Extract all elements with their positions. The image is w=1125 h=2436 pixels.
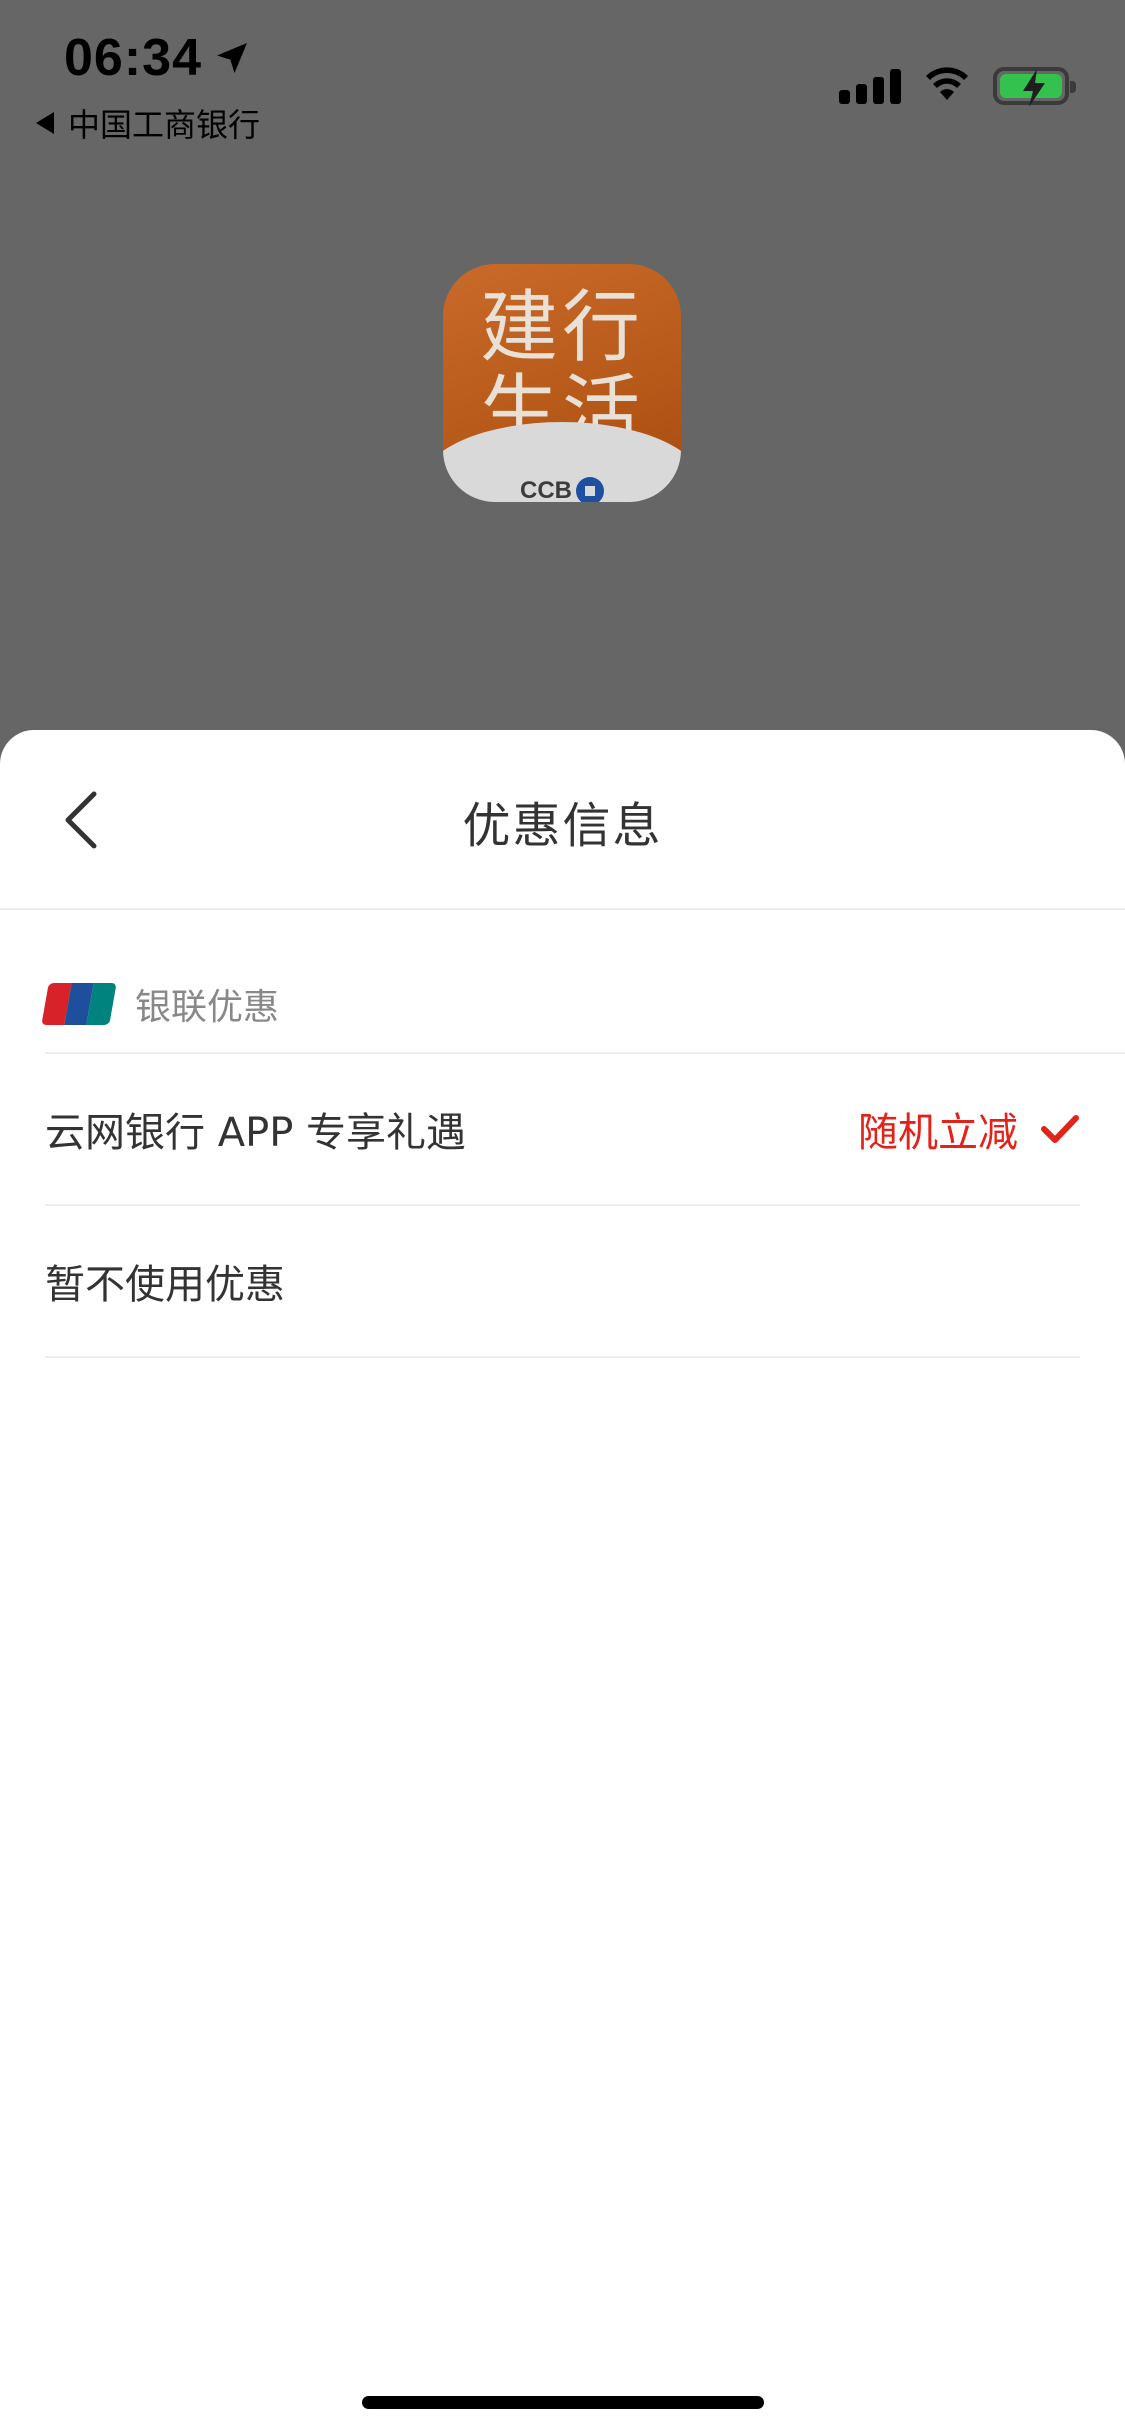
location-arrow-icon — [212, 38, 252, 78]
back-to-app-link[interactable]: 中国工商银行 — [36, 100, 260, 146]
battery-icon — [993, 67, 1076, 107]
unionpay-logo-icon — [41, 983, 117, 1025]
discount-sheet: 优惠信息 银联优惠 云网银行 APP 专享礼遇 随机立减 暂不使用优惠 — [0, 730, 1125, 2436]
discount-option-app-gift[interactable]: 云网银行 APP 专享礼遇 随机立减 — [45, 1054, 1080, 1206]
ccb-logo-icon — [576, 477, 604, 502]
home-indicator[interactable] — [362, 2396, 764, 2409]
option-label: 云网银行 APP 专享礼遇 — [45, 1110, 467, 1156]
status-bar-time: 06:34 — [64, 28, 252, 88]
option-value: 随机立减 — [858, 1110, 1018, 1156]
cellular-signal-icon — [839, 68, 901, 104]
checkmark-icon — [1040, 1113, 1080, 1145]
status-indicators — [839, 66, 1076, 107]
back-triangle-icon — [36, 112, 54, 134]
charging-bolt-icon — [1019, 69, 1049, 111]
ccb-life-app-icon: 建行 生活 CCB — [443, 264, 681, 502]
back-app-label: 中国工商银行 — [68, 106, 261, 144]
option-label: 暂不使用优惠 — [45, 1262, 285, 1308]
section-label: 银联优惠 — [135, 987, 280, 1028]
app-icon-line1: 建行 — [479, 283, 644, 373]
clock-label: 06:34 — [64, 29, 202, 87]
sheet-title: 优惠信息 — [462, 798, 663, 854]
section-header: 银联优惠 — [41, 978, 280, 1030]
app-icon-brand: CCB — [520, 477, 572, 502]
wifi-icon — [923, 66, 971, 106]
discount-option-none[interactable]: 暂不使用优惠 — [45, 1206, 1080, 1358]
sheet-header: 优惠信息 — [0, 730, 1125, 910]
